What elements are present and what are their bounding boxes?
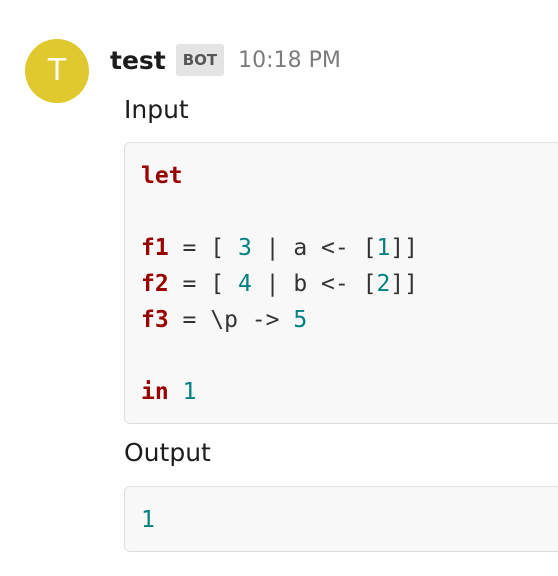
input-code-line: let bbox=[141, 158, 558, 194]
avatar-letter: T bbox=[47, 53, 67, 88]
code-token-text: = [ bbox=[168, 235, 238, 261]
code-token-keyword: f2 bbox=[141, 271, 169, 297]
output-code-block[interactable]: 1 bbox=[124, 486, 558, 552]
code-token-text: = \p -> bbox=[168, 307, 294, 333]
code-token-keyword: f3 bbox=[141, 307, 169, 333]
code-token-text: = [ bbox=[168, 271, 238, 297]
code-token-text: ]] bbox=[390, 235, 418, 261]
message-timestamp[interactable]: 10:18 PM bbox=[238, 48, 341, 73]
code-token-keyword: f1 bbox=[141, 235, 169, 261]
message-header: test BOT 10:18 PM bbox=[110, 42, 341, 78]
code-token-number: 4 bbox=[237, 271, 252, 297]
code-token-keyword: in bbox=[141, 379, 169, 405]
chat-message: T test BOT 10:18 PM Input let f1 = [ 3 |… bbox=[0, 0, 558, 576]
bot-badge: BOT bbox=[175, 44, 225, 76]
code-token-number: 2 bbox=[376, 271, 391, 297]
code-token-number: 3 bbox=[237, 235, 252, 261]
input-code-block[interactable]: let f1 = [ 3 | a <- [1]] f2 = [ 4 | b <- … bbox=[124, 142, 558, 424]
code-token-number: 5 bbox=[293, 307, 308, 333]
code-token-text: ]] bbox=[390, 271, 418, 297]
code-token-keyword: let bbox=[141, 163, 183, 189]
input-code-line: f2 = [ 4 | b <- [2]] bbox=[141, 266, 558, 302]
input-label: Input bbox=[124, 95, 189, 124]
code-token-number: 1 bbox=[141, 507, 155, 533]
output-code-line: 1 bbox=[141, 502, 558, 538]
input-code-line: f3 = \p -> 5 bbox=[141, 302, 558, 338]
username[interactable]: test bbox=[110, 46, 166, 75]
user-avatar[interactable]: T bbox=[25, 39, 89, 103]
input-code-line: f1 = [ 3 | a <- [1]] bbox=[141, 230, 558, 266]
input-code-line bbox=[141, 194, 558, 230]
input-code-line: in 1 bbox=[141, 374, 558, 410]
output-label: Output bbox=[124, 438, 211, 467]
code-token-text: | b <- [ bbox=[251, 271, 377, 297]
code-token-text: | a <- [ bbox=[251, 235, 377, 261]
input-code-line bbox=[141, 338, 558, 374]
code-token-number: 1 bbox=[376, 235, 391, 261]
code-token-number: 1 bbox=[182, 379, 197, 405]
